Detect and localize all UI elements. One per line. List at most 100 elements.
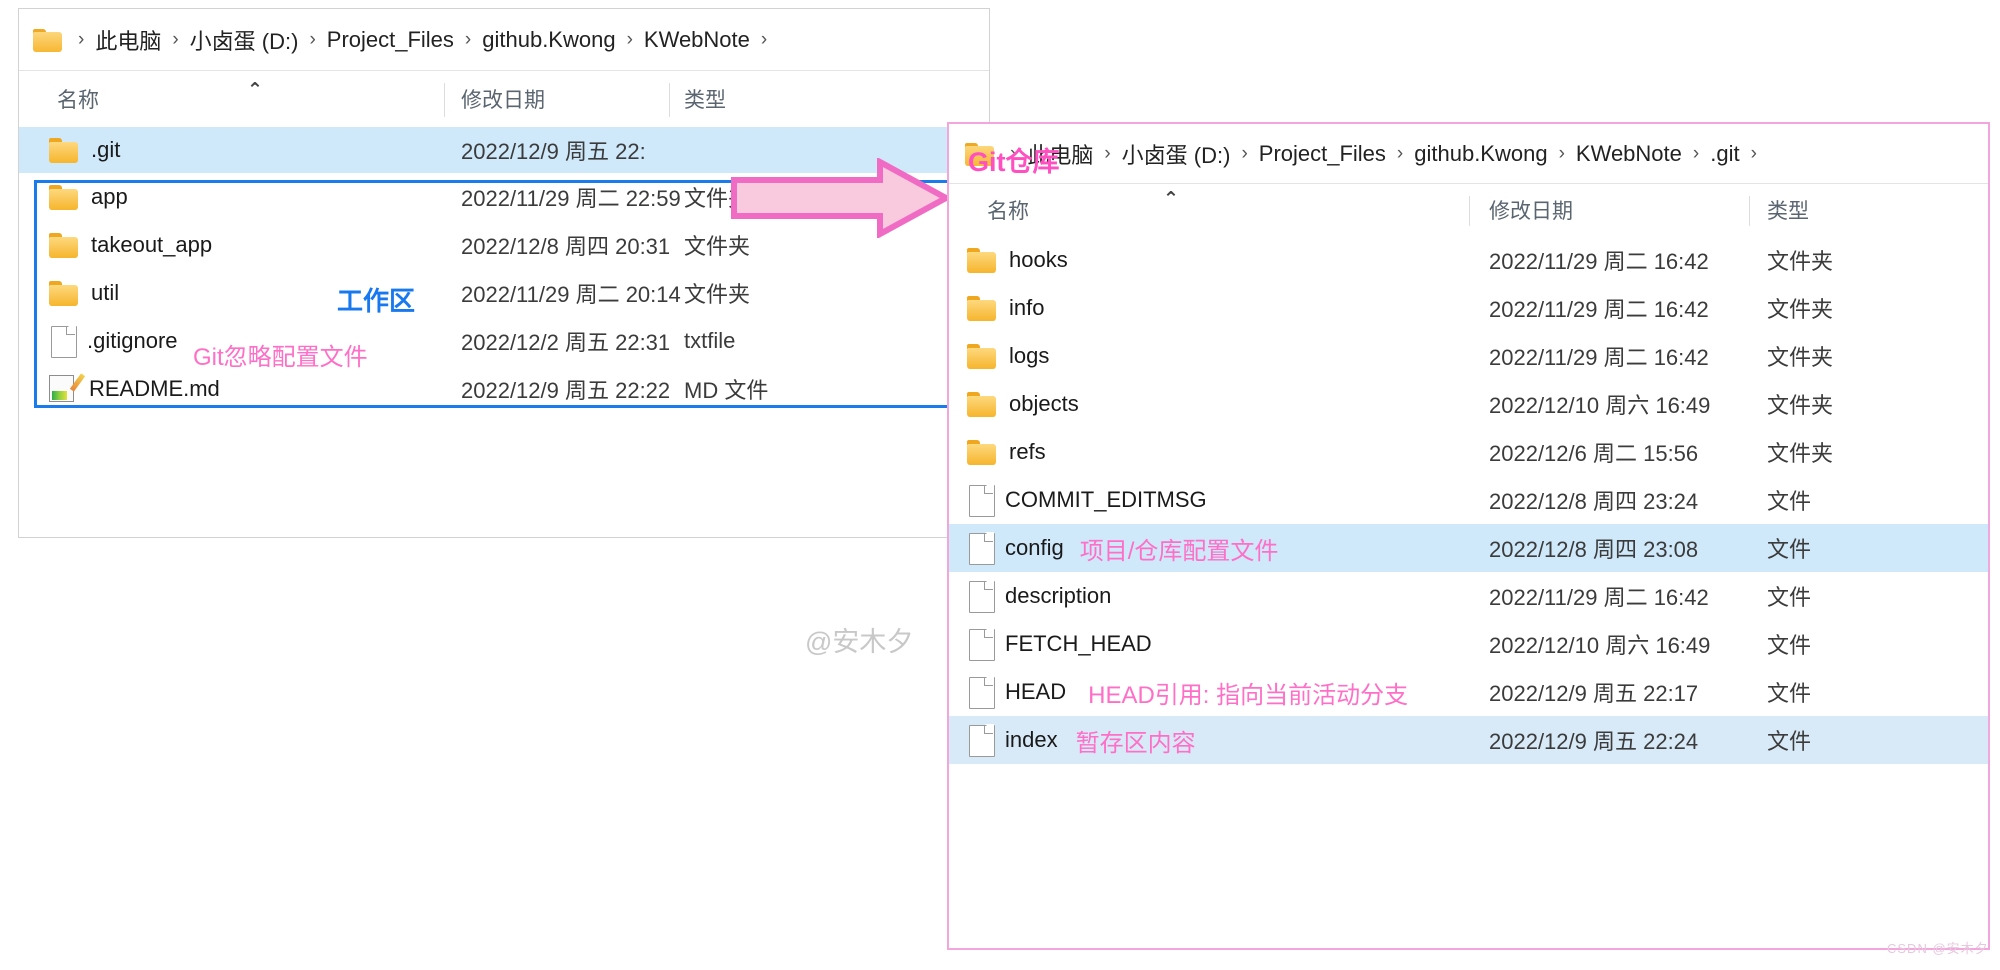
row-type-cell: 文件 bbox=[1767, 489, 1812, 514]
gitignore-annotation: Git忽略配置文件 bbox=[193, 344, 368, 371]
breadcrumb-item-1[interactable]: 小卤蛋 (D:) bbox=[188, 22, 301, 58]
row-date-cell: 2022/11/29 周二 16:42 bbox=[1489, 297, 1709, 322]
row-name-cell: logs bbox=[967, 343, 1049, 369]
row-name-cell: HEAD HEAD引用: 指向当前活动分支 bbox=[969, 675, 1408, 710]
file-name: objects bbox=[1009, 391, 1079, 416]
breadcrumb-separator: › bbox=[309, 28, 316, 50]
workspace-annotation: 工作区 bbox=[337, 286, 416, 316]
row-date-cell: 2022/12/9 周五 22: bbox=[461, 139, 646, 164]
breadcrumb-separator: › bbox=[172, 28, 179, 50]
column-header-type[interactable]: 类型 bbox=[1767, 184, 1809, 236]
breadcrumb-separator: › bbox=[1396, 142, 1404, 164]
file-name: COMMIT_EDITMSG bbox=[1005, 487, 1207, 512]
file-name: config bbox=[1005, 535, 1064, 560]
row-name-cell: .gitignore bbox=[51, 325, 178, 358]
column-divider[interactable] bbox=[1749, 196, 1750, 226]
table-row[interactable]: .gitignore 2022/12/2 周五 22:31 txtfile bbox=[19, 317, 989, 365]
breadcrumb-separator: › bbox=[1104, 142, 1111, 164]
folder-icon bbox=[33, 28, 63, 52]
breadcrumb-item-3[interactable]: github.Kwong bbox=[480, 25, 617, 55]
breadcrumb-separator: › bbox=[1558, 142, 1565, 164]
row-name-cell: README.md bbox=[49, 373, 220, 403]
file-name: hooks bbox=[1009, 247, 1068, 272]
table-row[interactable]: README.md 2022/12/9 周五 22:22 MD 文件 bbox=[19, 365, 989, 413]
row-date-cell: 2022/12/2 周五 22:31 bbox=[461, 330, 671, 355]
file-icon bbox=[969, 724, 995, 757]
breadcrumb-item-5[interactable]: .git bbox=[1708, 139, 1741, 169]
table-row[interactable]: refs 2022/12/6 周二 15:56 文件夹 bbox=[949, 428, 1988, 476]
row-name-cell: FETCH_HEAD bbox=[969, 628, 1152, 661]
file-name: info bbox=[1009, 295, 1045, 320]
config-annotation: 项目/仓库配置文件 bbox=[1079, 537, 1279, 565]
breadcrumb-item-0[interactable]: 此电脑 bbox=[93, 22, 163, 58]
row-type-cell: 文件夹 bbox=[1767, 393, 1834, 418]
index-annotation: 暂存区内容 bbox=[1075, 729, 1196, 757]
right-breadcrumb-bar: › 此电脑 › 小卤蛋 (D:) › Project_Files › githu… bbox=[949, 124, 1988, 184]
row-name-cell: util bbox=[49, 280, 119, 306]
file-icon bbox=[969, 676, 995, 709]
table-row[interactable]: logs 2022/11/29 周二 16:42 文件夹 bbox=[949, 332, 1988, 380]
table-row[interactable]: index 暂存区内容 2022/12/9 周五 22:24 文件 bbox=[949, 716, 1988, 764]
row-type-cell: 文件夹 bbox=[1767, 441, 1834, 466]
row-date-cell: 2022/12/9 周五 22:22 bbox=[461, 378, 671, 403]
table-row[interactable]: COMMIT_EDITMSG 2022/12/8 周四 23:24 文件 bbox=[949, 476, 1988, 524]
folder-icon bbox=[967, 391, 997, 417]
row-name-cell: COMMIT_EDITMSG bbox=[969, 484, 1207, 517]
right-file-list: hooks 2022/11/29 周二 16:42 文件夹 info 2022/… bbox=[949, 236, 1988, 764]
column-header-name[interactable]: 名称 bbox=[57, 71, 99, 127]
row-date-cell: 2022/12/10 周六 16:49 bbox=[1489, 633, 1711, 658]
right-arrow-annotation bbox=[730, 156, 953, 240]
column-header-date[interactable]: 修改日期 bbox=[461, 71, 545, 127]
row-type-cell: 文件夹 bbox=[1767, 249, 1834, 274]
folder-icon bbox=[49, 137, 79, 163]
table-row[interactable]: FETCH_HEAD 2022/12/10 周六 16:49 文件 bbox=[949, 620, 1988, 668]
table-row[interactable]: config 项目/仓库配置文件 2022/12/8 周四 23:08 文件 bbox=[949, 524, 1988, 572]
breadcrumb-item-1[interactable]: 小卤蛋 (D:) bbox=[1120, 136, 1233, 172]
left-explorer-window: › 此电脑 › 小卤蛋 (D:) › Project_Files › githu… bbox=[18, 8, 990, 538]
row-type-cell: 文件夹 bbox=[1767, 345, 1834, 370]
column-divider[interactable] bbox=[669, 83, 670, 117]
file-name: HEAD bbox=[1005, 679, 1067, 704]
table-row[interactable]: info 2022/11/29 周二 16:42 文件夹 bbox=[949, 284, 1988, 332]
row-name-cell: refs bbox=[967, 439, 1046, 465]
file-name: README.md bbox=[89, 376, 220, 401]
column-header-date[interactable]: 修改日期 bbox=[1489, 184, 1573, 236]
column-header-type[interactable]: 类型 bbox=[684, 71, 726, 127]
folder-icon bbox=[967, 439, 997, 465]
breadcrumb-separator: › bbox=[626, 28, 633, 50]
row-name-cell: app bbox=[49, 184, 128, 210]
row-name-cell: hooks bbox=[967, 247, 1068, 273]
table-row[interactable]: hooks 2022/11/29 周二 16:42 文件夹 bbox=[949, 236, 1988, 284]
row-type-cell: 文件 bbox=[1767, 537, 1812, 562]
breadcrumb-separator: › bbox=[78, 28, 85, 50]
file-name: index bbox=[1005, 727, 1058, 752]
column-header-name[interactable]: 名称 bbox=[987, 184, 1029, 236]
folder-icon bbox=[967, 343, 997, 369]
breadcrumb-item-3[interactable]: github.Kwong bbox=[1412, 139, 1549, 169]
screenshot-canvas: › 此电脑 › 小卤蛋 (D:) › Project_Files › githu… bbox=[0, 0, 2000, 970]
table-row[interactable]: objects 2022/12/10 周六 16:49 文件夹 bbox=[949, 380, 1988, 428]
breadcrumb-item-4[interactable]: KWebNote bbox=[1574, 139, 1684, 169]
column-divider[interactable] bbox=[1469, 196, 1470, 226]
table-row[interactable]: HEAD HEAD引用: 指向当前活动分支 2022/12/9 周五 22:17… bbox=[949, 668, 1988, 716]
row-date-cell: 2022/12/9 周五 22:24 bbox=[1489, 729, 1699, 754]
row-name-cell: description bbox=[969, 580, 1111, 613]
breadcrumb-item-2[interactable]: Project_Files bbox=[325, 25, 456, 55]
file-icon bbox=[969, 628, 995, 661]
file-name: util bbox=[91, 280, 120, 305]
file-name: FETCH_HEAD bbox=[1005, 631, 1152, 656]
row-name-cell: takeout_app bbox=[49, 232, 212, 258]
breadcrumb-item-2[interactable]: Project_Files bbox=[1257, 139, 1388, 169]
row-name-cell: index 暂存区内容 bbox=[969, 723, 1196, 758]
table-row[interactable]: description 2022/11/29 周二 16:42 文件 bbox=[949, 572, 1988, 620]
left-breadcrumb-bar: › 此电脑 › 小卤蛋 (D:) › Project_Files › githu… bbox=[19, 9, 989, 71]
breadcrumb-item-4[interactable]: KWebNote bbox=[642, 25, 752, 55]
table-row[interactable]: util 2022/11/29 周二 20:14 文件夹 bbox=[19, 269, 989, 317]
left-column-header-row: 名称 ⌃ 修改日期 类型 bbox=[19, 71, 989, 127]
column-divider[interactable] bbox=[444, 83, 445, 117]
file-icon bbox=[969, 532, 995, 565]
right-column-header-row: 名称 ⌃ 修改日期 类型 bbox=[949, 184, 1988, 236]
file-name: app bbox=[91, 184, 128, 209]
head-annotation: HEAD引用: 指向当前活动分支 bbox=[1088, 681, 1409, 709]
breadcrumb-separator: › bbox=[760, 28, 768, 50]
